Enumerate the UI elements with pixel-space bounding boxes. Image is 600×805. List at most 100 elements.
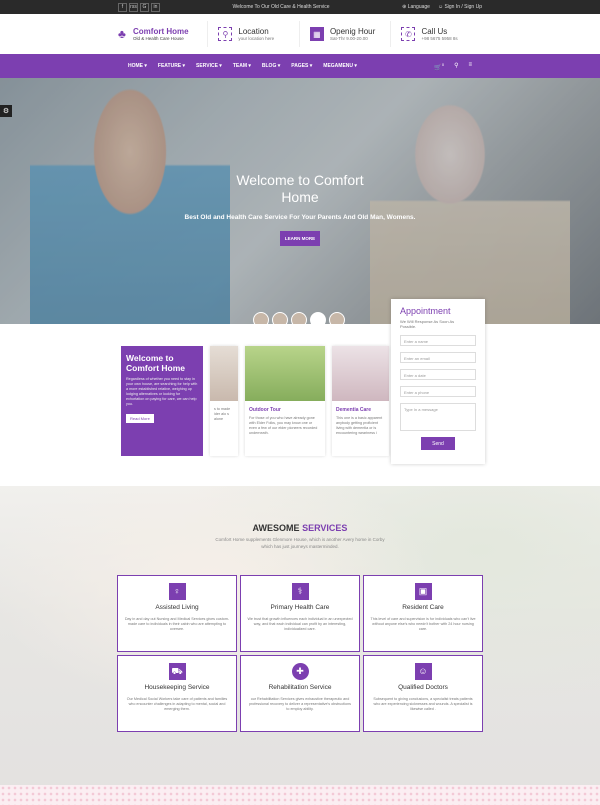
language-selector[interactable]: ⊕ Language xyxy=(402,4,430,10)
service-card[interactable]: ⛟ Housekeeping Service Our Medical Social … xyxy=(117,655,237,732)
instagram-icon[interactable]: in xyxy=(151,2,160,12)
service-card[interactable]: ▣ Resident Care This level of care and sup… xyxy=(363,575,483,652)
outdoor-image xyxy=(245,346,325,401)
service-text: Subsequent to giving conclusions, a spec… xyxy=(373,697,473,711)
nav-service[interactable]: SERVICE ▾ xyxy=(196,63,222,69)
feature-card[interactable]: s to made ider alo s alone xyxy=(210,346,238,456)
slide-thumb[interactable] xyxy=(329,312,345,324)
nurse-icon: ♀ xyxy=(168,583,186,600)
service-text: This level of care and supervision is fo… xyxy=(370,617,476,631)
cart-icon[interactable]: 🛒0 xyxy=(434,62,444,71)
services-section: AWESOME SERVICES Comfort Home supplement… xyxy=(0,486,600,805)
card-text: s to made ider alo s alone xyxy=(214,407,231,421)
call-sub: +98 5675 5958 8s xyxy=(421,35,458,41)
services-subtitle: Comfort Home supplements Glenmore House,… xyxy=(215,537,385,549)
hospital-icon: ▣ xyxy=(414,583,432,600)
settings-gear-icon[interactable]: ⚙ xyxy=(0,105,12,117)
ambulance-icon: ⛟ xyxy=(168,663,186,680)
service-card[interactable]: ✚ Rehabilitation Service our Rehabilitatio… xyxy=(240,655,360,732)
service-title: Resident Care xyxy=(402,604,444,611)
read-more-button[interactable]: Read More xyxy=(126,414,154,423)
logo-title: Comfort Home xyxy=(133,27,189,36)
feature-card[interactable]: Outdoor Tour For those of you who have al… xyxy=(245,346,325,456)
decorative-dots xyxy=(0,785,600,805)
logo-subtitle: Old & Health Care House xyxy=(133,36,184,41)
card-title[interactable]: Dementia Care xyxy=(336,407,385,413)
dementia-image xyxy=(332,346,389,401)
feature-card[interactable]: Dementia Care This one is a basic apparen… xyxy=(332,346,389,456)
services-grid: ♀ Assisted Living Day in and day out Nursi… xyxy=(117,575,483,732)
learn-more-button[interactable]: LEARN MORE xyxy=(280,231,320,246)
service-card[interactable]: ♀ Assisted Living Day in and day out Nursi… xyxy=(117,575,237,652)
hero-slider: Welcome to Comfort Home Best Old and Hea… xyxy=(0,78,600,324)
appointment-subtitle: We Will Response As Soon As Possible. xyxy=(400,319,455,329)
welcome-text: Regardless of whether you need to stay i… xyxy=(126,377,198,406)
appointment-title: Appointment xyxy=(400,306,451,316)
card-text: This one is a basic apparent anybody get… xyxy=(336,416,383,435)
google-icon[interactable]: G xyxy=(140,2,149,12)
service-title: Primary Health Care xyxy=(270,604,330,611)
header: ♣ Comfort Home Old & Health Care House ⚲… xyxy=(0,14,600,54)
medical-cross-icon: ✚ xyxy=(291,663,309,680)
appointment-form: Appointment We Will Response As Soon As … xyxy=(391,299,485,464)
search-icon[interactable]: ⚲ xyxy=(454,62,458,71)
top-welcome-text: Welcome To Our Old Care & Health Service xyxy=(232,4,330,10)
hero-subtitle: Best Old and Health Care Service For You… xyxy=(184,214,416,221)
welcome-title: Welcome to Comfort Home xyxy=(126,353,186,373)
feature-cards: s to made ider alo s alone Outdoor Tour F… xyxy=(210,346,389,456)
family-icon: ♣ xyxy=(118,27,126,41)
nav-blog[interactable]: BLOG ▾ xyxy=(262,63,280,69)
hours-title: Openig Hour xyxy=(329,26,376,36)
facebook-icon[interactable]: f xyxy=(118,2,127,12)
phone-icon: ✆ xyxy=(401,27,416,41)
location-info: ⚲ Location your location here xyxy=(207,21,299,47)
slide-thumb[interactable] xyxy=(291,312,307,324)
hero-title: Welcome to Comfort Home xyxy=(236,172,364,205)
location-sub: your location here xyxy=(238,35,275,41)
caduceus-icon: ⚕ xyxy=(291,583,309,600)
doctor-icon: ☺ xyxy=(414,663,432,680)
service-text: our Rehabilitation Services gives exhaus… xyxy=(249,697,351,711)
nav-team[interactable]: TEAM ▾ xyxy=(233,63,251,69)
service-card[interactable]: ☺ Qualified Doctors Subsequent to giving c… xyxy=(363,655,483,732)
phone-field[interactable]: Enter a phone xyxy=(400,386,476,397)
logo[interactable]: ♣ Comfort Home Old & Health Care House xyxy=(118,27,207,41)
hours-info: ▦ Openig Hour Sat-Thr 9.00-20.00 xyxy=(298,21,391,47)
slide-thumb[interactable] xyxy=(272,312,288,324)
nav-megamenu[interactable]: MEGAMENU ▾ xyxy=(323,63,357,69)
call-title: Call Us xyxy=(421,26,448,36)
hours-sub: Sat-Thr 9.00-20.00 xyxy=(329,35,368,41)
service-text: Our Medical Social Workers take care of … xyxy=(126,697,228,711)
call-info: ✆ Call Us +98 5675 5958 8s xyxy=(390,21,482,47)
card-title[interactable]: Outdoor Tour xyxy=(249,407,321,413)
location-title: Location xyxy=(238,26,269,36)
signin-link[interactable]: ☺ Sign In / Sign Up xyxy=(438,4,482,10)
nav-pages[interactable]: PAGES ▾ xyxy=(291,63,312,69)
top-bar: f rss G in Welcome To Our Old Care & Hea… xyxy=(0,0,600,14)
service-title: Qualified Doctors xyxy=(398,684,448,691)
service-text: We trust that growth influences each ind… xyxy=(247,617,353,631)
slide-thumb[interactable] xyxy=(253,312,269,324)
nav-feature[interactable]: FEATURE ▾ xyxy=(158,63,185,69)
slide-thumb[interactable] xyxy=(310,312,326,324)
send-button[interactable]: Send xyxy=(421,437,455,450)
card-text: For those of you who have already gone w… xyxy=(249,416,318,435)
services-title: AWESOME SERVICES xyxy=(252,523,348,533)
main-nav: HOME ▾ FEATURE ▾ SERVICE ▾ TEAM ▾ BLOG ▾… xyxy=(0,54,600,78)
rss-icon[interactable]: rss xyxy=(129,2,138,12)
message-field[interactable]: Type In a message xyxy=(400,403,476,431)
social-links: f rss G in xyxy=(118,2,160,12)
calendar-icon: ▦ xyxy=(309,27,324,41)
slider-thumbnails xyxy=(253,312,345,324)
service-title: Rehabilitation Service xyxy=(268,684,332,691)
menu-icon[interactable]: ≡ xyxy=(468,62,472,71)
date-field[interactable]: Enter a date xyxy=(400,369,476,380)
cart-count: 0 xyxy=(441,61,445,67)
email-field[interactable]: Enter an email xyxy=(400,352,476,363)
service-card[interactable]: ⚕ Primary Health Care We trust that growth… xyxy=(240,575,360,652)
service-title: Assisted Living xyxy=(155,604,199,611)
name-field[interactable]: Enter a name xyxy=(400,335,476,346)
map-pin-icon: ⚲ xyxy=(218,27,233,41)
nav-home[interactable]: HOME ▾ xyxy=(128,63,147,69)
service-text: Day in and day out Nursing and Medical S… xyxy=(124,617,230,631)
